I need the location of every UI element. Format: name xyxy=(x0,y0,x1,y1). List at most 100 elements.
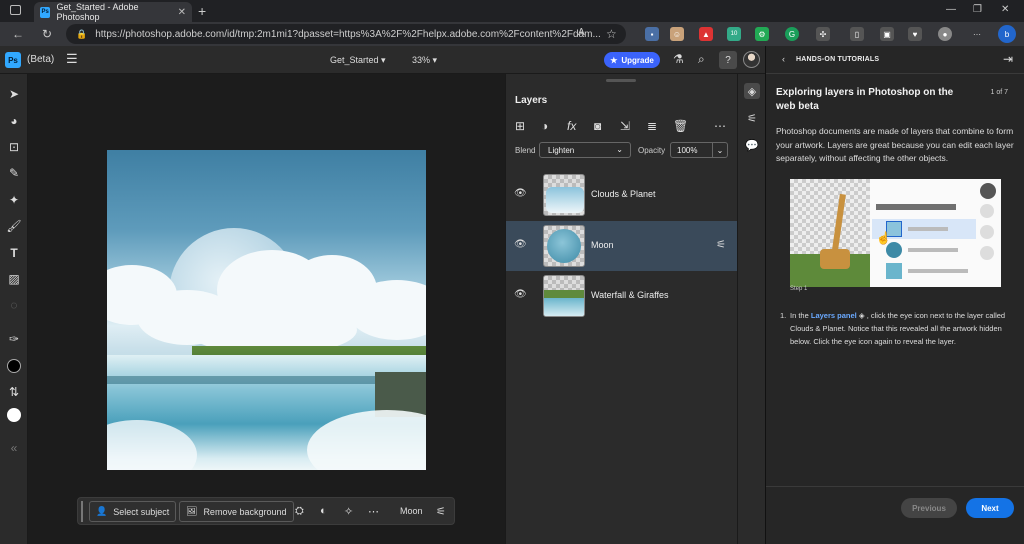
favorite-star-icon[interactable]: ☆ xyxy=(606,27,617,41)
blend-mode-select[interactable]: Lighten ⌄ xyxy=(539,142,631,158)
select-subject-button[interactable]: 👤 Select subject xyxy=(89,501,177,522)
foreground-color-swatch[interactable] xyxy=(7,359,21,373)
properties-sliders-icon[interactable]: ⚟ xyxy=(436,505,446,518)
generative-fill-icon[interactable]: ✦ xyxy=(6,192,22,208)
tutorial-header-title: HANDS-ON TUTORIALS xyxy=(796,56,880,63)
browser-tab-bar: Ps Get_Started - Adobe Photoshop ✕ + — ❐… xyxy=(0,0,1024,22)
drag-handle[interactable] xyxy=(81,501,83,522)
back-icon[interactable]: ← xyxy=(12,27,24,41)
panel-grip[interactable] xyxy=(606,79,636,82)
close-window-icon[interactable]: ✕ xyxy=(1001,4,1009,15)
tab-actions-icon[interactable] xyxy=(10,5,21,15)
user-avatar[interactable] xyxy=(743,51,760,68)
back-chevron-icon[interactable]: ‹ xyxy=(782,54,785,64)
layer-thumbnail xyxy=(543,174,585,216)
tab-title: Get_Started - Adobe Photoshop xyxy=(56,2,139,22)
tutorial-header: ‹ HANDS-ON TUTORIALS ⇥ xyxy=(766,46,1024,74)
collections-icon[interactable]: ▣ xyxy=(880,27,894,41)
mock-line xyxy=(908,248,958,252)
collapse-toolbar-icon[interactable]: « xyxy=(6,440,22,456)
sparkle-icon[interactable]: ✧ xyxy=(344,505,353,518)
mask-icon[interactable]: ◙ xyxy=(594,119,601,133)
comments-icon[interactable]: 💬 xyxy=(744,137,760,153)
document-canvas[interactable] xyxy=(107,150,426,470)
transform-icon[interactable]: ⊡ xyxy=(6,139,22,155)
stack-icon[interactable]: ≣ xyxy=(647,119,657,133)
layer-row-clouds-planet[interactable]: 👁 Clouds & Planet xyxy=(506,170,738,220)
trash-icon[interactable]: 🗑 xyxy=(673,119,688,133)
exit-tutorial-icon[interactable]: ⇥ xyxy=(1003,52,1013,66)
clip-icon[interactable]: ⇲ xyxy=(620,119,630,133)
restore-icon[interactable]: ❐ xyxy=(973,4,982,15)
url-input[interactable]: 🔒 https://photoshop.adobe.com/id/tmp:2m1… xyxy=(66,24,626,44)
next-button[interactable]: Next xyxy=(966,498,1014,518)
extension-icon[interactable]: ▪ xyxy=(645,27,659,41)
extension-gear-icon[interactable]: ⚙ xyxy=(755,27,769,41)
chevron-down-icon[interactable]: ⌄ xyxy=(712,143,727,157)
profile-avatar[interactable]: ● xyxy=(938,27,952,41)
tutorial-panel: ‹ HANDS-ON TUTORIALS ⇥ Exploring layers … xyxy=(765,46,1024,544)
previous-button[interactable]: Previous xyxy=(901,498,957,518)
mock-dot xyxy=(980,204,994,218)
mock-line xyxy=(908,227,948,231)
healing-brush-icon[interactable]: ✎ xyxy=(6,165,22,181)
help-icon[interactable]: ? xyxy=(719,51,737,69)
layers-panel-title: Layers xyxy=(515,95,548,106)
more-menu-icon[interactable]: ⋯ xyxy=(970,27,984,41)
flask-icon[interactable]: ⚗ xyxy=(673,52,684,66)
background-color-swatch[interactable] xyxy=(7,408,21,422)
extension-face-icon[interactable]: ☺ xyxy=(670,27,684,41)
layer-name: Waterfall & Giraffes xyxy=(591,290,669,300)
new-tab-icon[interactable]: + xyxy=(198,3,206,19)
adjustments-icon[interactable]: ◐ xyxy=(320,505,327,517)
more-options-icon[interactable]: ⋯ xyxy=(714,119,726,133)
add-layer-icon[interactable]: ⊞ xyxy=(515,119,525,133)
layer-row-moon[interactable]: 👁 Moon ⚟ xyxy=(506,221,738,271)
read-aloud-icon[interactable]: A xyxy=(578,27,585,38)
swap-colors-icon[interactable]: ⇅ xyxy=(6,384,22,400)
split-screen-icon[interactable]: ▯ xyxy=(850,27,864,41)
minimize-icon[interactable]: — xyxy=(946,4,956,15)
quick-selection-icon[interactable]: ◕ xyxy=(6,113,22,129)
upgrade-button[interactable]: ★ Upgrade xyxy=(604,52,660,68)
eye-icon[interactable]: 👁 xyxy=(514,289,527,300)
bing-copilot-icon[interactable]: b xyxy=(998,25,1016,43)
properties-panel-icon[interactable]: ⚟ xyxy=(744,110,760,126)
eyedropper-icon[interactable]: ✑ xyxy=(6,331,22,347)
eye-icon[interactable]: 👁 xyxy=(514,239,527,250)
opacity-input[interactable]: 100% ⌄ xyxy=(670,142,728,158)
photoshop-logo[interactable]: Ps xyxy=(5,52,21,68)
extensions-puzzle-icon[interactable]: ✣ xyxy=(816,27,830,41)
reload-icon[interactable]: ↻ xyxy=(42,27,52,41)
performance-icon[interactable]: ♥ xyxy=(908,27,922,41)
layer-effects-icon[interactable]: ⛭ xyxy=(295,505,304,518)
fx-icon[interactable]: fx xyxy=(567,119,576,133)
layer-row-waterfall-giraffes[interactable]: 👁 Waterfall & Giraffes xyxy=(506,271,738,321)
hamburger-menu-icon[interactable]: ☰ xyxy=(66,51,78,67)
type-tool-icon[interactable]: T xyxy=(6,245,22,261)
search-icon[interactable]: ⌕ xyxy=(698,52,705,67)
image-tool-icon[interactable]: ▨ xyxy=(6,271,22,287)
close-tab-icon[interactable]: ✕ xyxy=(178,7,186,18)
move-tool-icon[interactable]: ➤ xyxy=(6,86,22,102)
zoom-dropdown[interactable]: 33% ▾ xyxy=(412,55,437,66)
remove-background-label: Remove background xyxy=(203,506,287,517)
adjustment-layer-icon[interactable]: ◑ xyxy=(541,119,548,133)
layers-panel-icon[interactable]: ◈ xyxy=(744,83,760,99)
extension-badge-icon[interactable]: 10 xyxy=(727,27,741,41)
layer-properties-icon[interactable]: ⚟ xyxy=(716,238,726,251)
browser-tab[interactable]: Ps Get_Started - Adobe Photoshop ✕ xyxy=(34,2,192,22)
extension-red-icon[interactable]: ▲ xyxy=(699,27,713,41)
remove-background-button[interactable]: 🖼 Remove background xyxy=(179,501,294,522)
mock-thumb xyxy=(886,263,902,279)
beta-label: (Beta) xyxy=(27,54,55,65)
opacity-value: 100% xyxy=(677,146,698,155)
more-options-icon[interactable]: ⋯ xyxy=(368,505,379,518)
adjustment-icon[interactable]: ◌ xyxy=(6,297,22,313)
layers-panel-link[interactable]: Layers panel xyxy=(811,311,857,320)
grammarly-icon[interactable]: G xyxy=(785,27,799,41)
brush-icon[interactable]: 🖌 xyxy=(6,218,22,234)
select-subject-label: Select subject xyxy=(113,506,170,517)
document-name-dropdown[interactable]: Get_Started ▾ xyxy=(330,55,386,66)
eye-icon[interactable]: 👁 xyxy=(514,188,527,199)
